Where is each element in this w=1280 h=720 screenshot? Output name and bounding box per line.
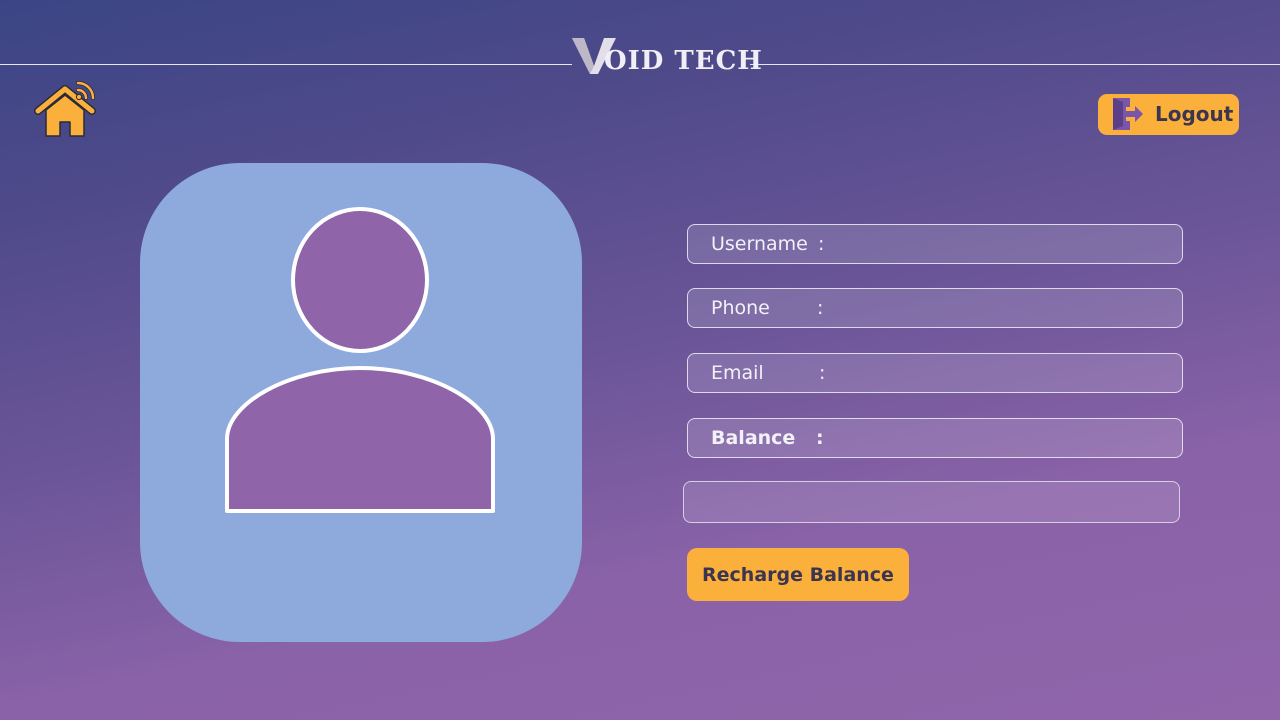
home-button[interactable] xyxy=(34,80,98,140)
balance-separator: : xyxy=(816,427,824,449)
home-wifi-icon xyxy=(34,81,96,137)
header-divider-right xyxy=(750,64,1280,65)
email-label: Email xyxy=(711,362,764,384)
recharge-amount-input[interactable] xyxy=(683,481,1180,523)
email-field: Email : xyxy=(687,353,1183,393)
username-label: Username xyxy=(711,233,808,255)
exit-door-icon xyxy=(1113,98,1143,130)
phone-field: Phone : xyxy=(687,288,1183,328)
brand-name: OID TECH xyxy=(604,46,763,76)
phone-label: Phone xyxy=(711,297,770,319)
balance-label: Balance xyxy=(711,427,796,449)
avatar-card xyxy=(140,163,582,642)
phone-separator: : xyxy=(817,297,824,319)
user-silhouette-icon xyxy=(225,207,495,513)
balance-field: Balance : xyxy=(687,418,1183,458)
username-field: Username : xyxy=(687,224,1183,264)
recharge-balance-button[interactable]: Recharge Balance xyxy=(687,548,909,601)
logout-label: Logout xyxy=(1155,102,1234,126)
header-divider-left xyxy=(0,64,572,65)
brand-logo: OID TECH xyxy=(566,32,762,80)
username-separator: : xyxy=(818,233,825,255)
email-separator: : xyxy=(819,362,826,384)
logout-button[interactable]: Logout xyxy=(1098,94,1239,135)
